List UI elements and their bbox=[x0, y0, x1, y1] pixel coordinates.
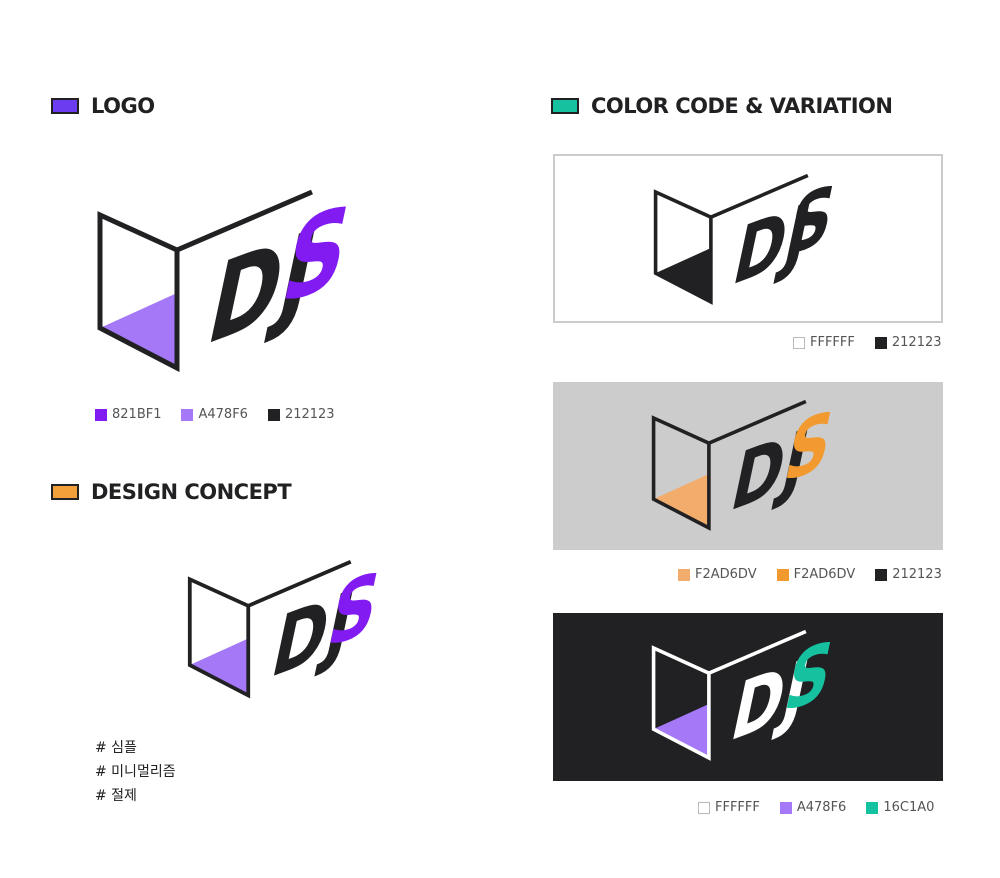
color-swatch-label: A478F6 bbox=[198, 407, 248, 422]
color-swatch-label: 821BF1 bbox=[112, 407, 162, 422]
color-swatch: 212123 bbox=[874, 335, 942, 350]
color-swatch-label: 16C1A0 bbox=[883, 800, 935, 815]
djs-logo-mark: DJS bbox=[187, 551, 388, 699]
logo-swatches: 821BF1 A478F6 212123 bbox=[95, 407, 335, 422]
concept-tags: # 심플 # 미니멀리즘 # 절제 bbox=[95, 736, 176, 808]
color-swatch-label: F2AD6DV bbox=[695, 567, 757, 582]
color-swatch-label: 212123 bbox=[284, 407, 335, 422]
color-swatch-chip bbox=[866, 801, 879, 814]
variation-logo-gray: DJ S bbox=[650, 391, 841, 537]
color-swatch-label: F2AD6DV bbox=[793, 567, 856, 582]
color-swatch: A478F6 bbox=[181, 407, 248, 422]
box-fill-shape bbox=[189, 638, 249, 696]
design-concept-section-title: DESIGN CONCEPT bbox=[51, 480, 292, 504]
color-code-section-label: COLOR CODE & VARIATION bbox=[591, 94, 893, 118]
color-swatch-chip bbox=[181, 408, 194, 421]
djs-logo-mark: DJS bbox=[651, 621, 841, 761]
color-swatch-label: 212123 bbox=[891, 335, 942, 350]
color-swatch-chip bbox=[678, 568, 690, 581]
color-swatch: A478F6 bbox=[779, 800, 847, 815]
color-swatch-chip bbox=[776, 568, 789, 581]
color-swatch-label: 212123 bbox=[892, 567, 942, 582]
logo-section-label: LOGO bbox=[91, 94, 155, 118]
color-swatch: FFFFFF bbox=[793, 335, 855, 350]
color-swatch-chip bbox=[95, 408, 107, 421]
color-swatch-chip bbox=[267, 408, 280, 421]
djs-logo-mark: DJS bbox=[97, 179, 361, 372]
variation-panel-light: DJ S bbox=[553, 154, 943, 323]
main-logo: DJ S bbox=[95, 179, 361, 379]
variation-panel-gray: DJ S bbox=[553, 382, 943, 550]
color-swatch: 16C1A0 bbox=[866, 800, 934, 815]
concept-logo: DJ S bbox=[186, 551, 388, 705]
color-code-section-chip bbox=[551, 98, 579, 114]
djs-logo-mark: DJS bbox=[653, 165, 843, 305]
logo-section-chip bbox=[51, 98, 79, 114]
color-swatch: F2AD6DV bbox=[776, 567, 856, 582]
box-fill-shape bbox=[655, 248, 711, 302]
djs-logo-mark: DJS bbox=[651, 391, 841, 531]
color-swatch-chip bbox=[793, 336, 805, 349]
color-swatch-chip bbox=[779, 801, 792, 814]
logo-section-title: LOGO bbox=[51, 94, 155, 118]
color-swatch: F2AD6DV bbox=[678, 567, 757, 582]
concept-tag: # 절제 bbox=[95, 788, 137, 804]
color-swatch-label: A478F6 bbox=[796, 800, 847, 815]
color-swatch-chip bbox=[698, 801, 710, 814]
color-swatch-chip bbox=[875, 568, 888, 581]
color-swatch: 212123 bbox=[875, 567, 942, 582]
color-swatch: 212123 bbox=[267, 407, 335, 422]
box-fill-shape bbox=[653, 474, 709, 528]
box-fill-shape bbox=[653, 704, 709, 758]
color-swatch-chip bbox=[874, 336, 887, 349]
color-swatch: 821BF1 bbox=[95, 407, 161, 422]
variation-swatches-gray: F2AD6DV F2AD6DV 212123 bbox=[678, 567, 942, 582]
variation-logo-light: DJ S bbox=[652, 165, 843, 311]
color-code-section-title: COLOR CODE & VARIATION bbox=[551, 94, 893, 118]
variation-swatches-dark: FFFFFF A478F6 16C1A0 bbox=[698, 800, 934, 815]
variation-swatches-light: FFFFFF 212123 bbox=[793, 335, 942, 350]
design-concept-section-chip bbox=[51, 484, 79, 500]
color-swatch-label: FFFFFF bbox=[810, 335, 855, 350]
variation-logo-dark: DJ S bbox=[650, 621, 841, 767]
color-swatch: FFFFFF bbox=[698, 800, 760, 815]
design-concept-section-label: DESIGN CONCEPT bbox=[91, 480, 292, 504]
variation-panel-dark: DJ S bbox=[553, 613, 943, 781]
box-fill-shape bbox=[100, 293, 177, 368]
color-swatch-label: FFFFFF bbox=[715, 800, 760, 815]
concept-tag: # 미니멀리즘 bbox=[95, 764, 176, 780]
concept-tag: # 심플 bbox=[95, 740, 137, 756]
